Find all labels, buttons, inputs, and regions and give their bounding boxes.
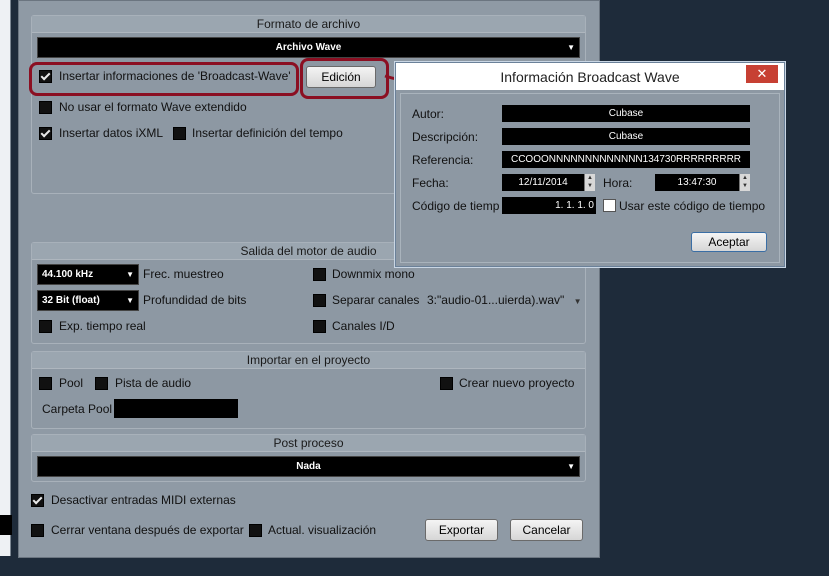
disable-midi-checkbox[interactable]: [31, 494, 44, 507]
channels-io-checkbox[interactable]: [313, 320, 326, 333]
sample-rate-label: Frec. muestreo: [143, 267, 224, 281]
bit-depth-label: Profundidad de bits: [143, 293, 247, 307]
time-label: Hora:: [603, 176, 633, 190]
no-extended-wave-checkbox[interactable]: [39, 101, 52, 114]
close-after-export-checkbox[interactable]: [31, 524, 44, 537]
export-button[interactable]: Exportar: [425, 519, 498, 541]
cancel-button[interactable]: Cancelar: [510, 519, 583, 541]
insert-tempo-label: Insertar definición del tempo: [192, 126, 343, 140]
insert-ixml-label: Insertar datos iXML: [59, 126, 164, 140]
chevron-down-icon: ▼: [567, 462, 575, 471]
split-file-select[interactable]: 3:"audio-01...uierda).wav" ▼: [427, 293, 582, 307]
downmix-label: Downmix mono: [332, 267, 415, 281]
time-field[interactable]: 13:47:30: [655, 174, 739, 191]
background-window-control: [0, 515, 12, 535]
update-display-label: Actual. visualización: [268, 523, 377, 537]
insert-ixml-checkbox[interactable]: [39, 127, 52, 140]
reference-field[interactable]: CCOOONNNNNNNNNNNNN134730RRRRRRRRR: [502, 151, 750, 168]
channels-io-label: Canales I/D: [332, 319, 395, 333]
post-process-select[interactable]: Nada ▼: [37, 456, 580, 477]
pool-label: Pool: [59, 376, 84, 390]
new-project-checkbox[interactable]: [440, 377, 453, 390]
bwf-dialog-title: Información Broadcast Wave: [500, 69, 680, 85]
chevron-down-icon: ▼: [126, 270, 134, 279]
date-label: Fecha:: [412, 176, 449, 190]
file-format-title: Formato de archivo: [32, 16, 585, 33]
insert-bwf-label: Insertar informaciones de 'Broadcast-Wav…: [59, 69, 291, 83]
update-display-checkbox[interactable]: [249, 524, 262, 537]
realtime-export-checkbox[interactable]: [39, 320, 52, 333]
split-channels-checkbox[interactable]: [313, 294, 326, 307]
timecode-label: Código de tiemp: [412, 199, 500, 213]
close-after-export-label: Cerrar ventana después de exportar: [51, 523, 244, 537]
description-field[interactable]: Cubase: [502, 128, 750, 145]
description-label: Descripción:: [412, 130, 479, 144]
use-timecode-checkbox[interactable]: [603, 199, 616, 212]
bwf-info-dialog: Información Broadcast Wave ✕ Autor: Cuba…: [395, 62, 785, 267]
downmix-checkbox[interactable]: [313, 268, 326, 281]
reference-label: Referencia:: [412, 153, 474, 167]
pool-folder-label: Carpeta Pool: [42, 402, 113, 416]
timecode-field[interactable]: 1. 1. 1. 0: [502, 197, 596, 214]
post-process-title: Post proceso: [32, 435, 585, 452]
pool-checkbox[interactable]: [39, 377, 52, 390]
realtime-export-label: Exp. tiempo real: [59, 319, 146, 333]
chevron-down-icon: ▼: [567, 43, 575, 52]
sample-rate-select[interactable]: 44.100 kHz ▼: [37, 264, 139, 285]
audio-track-checkbox[interactable]: [95, 377, 108, 390]
bit-depth-select[interactable]: 32 Bit (float) ▼: [37, 290, 139, 311]
audio-track-label: Pista de audio: [115, 376, 192, 390]
time-spinner[interactable]: ▲ ▼: [739, 174, 750, 191]
import-project-title: Importar en el proyecto: [32, 352, 585, 369]
chevron-down-icon: ▼: [573, 297, 582, 306]
pool-folder-select[interactable]: [114, 399, 238, 418]
date-field[interactable]: 12/11/2014: [502, 174, 584, 191]
disable-midi-label: Desactivar entradas MIDI externas: [51, 493, 236, 507]
background-window-strip: [0, 0, 11, 556]
use-timecode-label: Usar este código de tiempo: [619, 199, 766, 213]
split-channels-label: Separar canales: [332, 293, 420, 307]
insert-tempo-checkbox[interactable]: [173, 127, 186, 140]
new-project-label: Crear nuevo proyecto: [459, 376, 575, 390]
accept-button[interactable]: Aceptar: [691, 232, 767, 252]
date-spinner[interactable]: ▲ ▼: [584, 174, 595, 191]
edit-button[interactable]: Edición: [306, 66, 376, 88]
chevron-down-icon: ▼: [126, 296, 134, 305]
file-format-select[interactable]: Archivo Wave ▼: [37, 37, 580, 58]
bwf-dialog-titlebar: Información Broadcast Wave ✕: [396, 63, 784, 90]
no-extended-wave-label: No usar el formato Wave extendido: [59, 100, 247, 114]
author-label: Autor:: [412, 107, 445, 121]
insert-bwf-checkbox[interactable]: [39, 70, 52, 83]
close-icon[interactable]: ✕: [746, 65, 778, 83]
author-field[interactable]: Cubase: [502, 105, 750, 122]
